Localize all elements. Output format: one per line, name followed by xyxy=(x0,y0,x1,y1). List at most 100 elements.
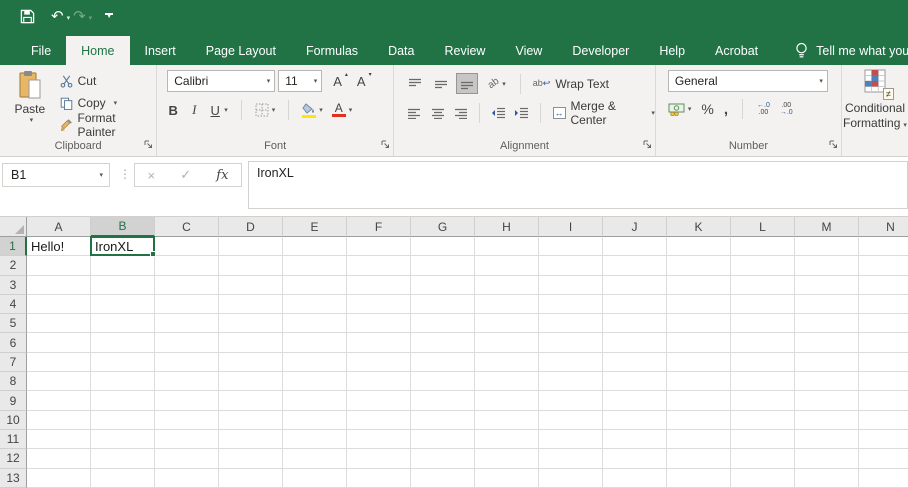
redo-dropdown-icon[interactable]: ▾ xyxy=(89,14,93,22)
cell-B2[interactable] xyxy=(91,256,155,275)
cell-N3[interactable] xyxy=(859,276,908,295)
cell-F7[interactable] xyxy=(347,353,411,372)
font-color-button[interactable]: A ▾ xyxy=(332,103,353,117)
row-header-4[interactable]: 4 xyxy=(0,295,27,314)
cell-L10[interactable] xyxy=(731,411,795,430)
column-header-B[interactable]: B xyxy=(91,217,155,237)
cell-N5[interactable] xyxy=(859,314,908,333)
cancel-button[interactable]: × xyxy=(148,168,156,183)
cell-A7[interactable] xyxy=(27,353,91,372)
cell-D13[interactable] xyxy=(219,469,283,488)
cell-K9[interactable] xyxy=(667,391,731,410)
cell-N11[interactable] xyxy=(859,430,908,449)
row-header-9[interactable]: 9 xyxy=(0,391,27,410)
orientation-dropdown-icon[interactable]: ▾ xyxy=(502,80,506,88)
column-header-D[interactable]: D xyxy=(219,217,283,237)
align-center-button[interactable] xyxy=(428,102,448,123)
cell-E8[interactable] xyxy=(283,372,347,391)
cell-K7[interactable] xyxy=(667,353,731,372)
bold-button[interactable]: B xyxy=(167,103,179,118)
cell-E2[interactable] xyxy=(283,256,347,275)
cell-M9[interactable] xyxy=(795,391,859,410)
cell-E6[interactable] xyxy=(283,333,347,352)
cell-N1[interactable] xyxy=(859,237,908,256)
cell-J3[interactable] xyxy=(603,276,667,295)
cell-G2[interactable] xyxy=(411,256,475,275)
cell-G4[interactable] xyxy=(411,295,475,314)
cell-G12[interactable] xyxy=(411,449,475,468)
cell-L11[interactable] xyxy=(731,430,795,449)
enter-button[interactable]: ✓ xyxy=(180,167,191,183)
cell-E4[interactable] xyxy=(283,295,347,314)
cell-B10[interactable] xyxy=(91,411,155,430)
increase-indent-button[interactable] xyxy=(512,102,532,123)
cell-D1[interactable] xyxy=(219,237,283,256)
cell-L12[interactable] xyxy=(731,449,795,468)
cell-D7[interactable] xyxy=(219,353,283,372)
cell-E11[interactable] xyxy=(283,430,347,449)
cell-A1[interactable]: Hello! xyxy=(27,237,91,256)
align-left-button[interactable] xyxy=(404,102,424,123)
column-header-K[interactable]: K xyxy=(667,217,731,237)
cell-J10[interactable] xyxy=(603,411,667,430)
conditional-formatting-dropdown-icon[interactable]: ▾ xyxy=(903,122,907,129)
cell-C2[interactable] xyxy=(155,256,219,275)
cell-I2[interactable] xyxy=(539,256,603,275)
cell-I7[interactable] xyxy=(539,353,603,372)
cell-H12[interactable] xyxy=(475,449,539,468)
cell-C11[interactable] xyxy=(155,430,219,449)
cell-F9[interactable] xyxy=(347,391,411,410)
cell-B4[interactable] xyxy=(91,295,155,314)
font-color-dropdown-icon[interactable]: ▾ xyxy=(349,106,353,114)
cell-C10[interactable] xyxy=(155,411,219,430)
decrease-indent-button[interactable] xyxy=(488,102,508,123)
cell-B8[interactable] xyxy=(91,372,155,391)
cell-N10[interactable] xyxy=(859,411,908,430)
column-header-L[interactable]: L xyxy=(731,217,795,237)
cell-J2[interactable] xyxy=(603,256,667,275)
cell-A3[interactable] xyxy=(27,276,91,295)
cell-G3[interactable] xyxy=(411,276,475,295)
row-header-12[interactable]: 12 xyxy=(0,449,27,468)
column-header-J[interactable]: J xyxy=(603,217,667,237)
font-name-select[interactable]: Calibri ▾ xyxy=(167,70,275,92)
row-header-2[interactable]: 2 xyxy=(0,256,27,275)
cell-J5[interactable] xyxy=(603,314,667,333)
cell-A2[interactable] xyxy=(27,256,91,275)
cell-H6[interactable] xyxy=(475,333,539,352)
merge-center-dropdown-icon[interactable]: ▾ xyxy=(651,109,655,117)
tab-data[interactable]: Data xyxy=(373,36,429,65)
column-header-F[interactable]: F xyxy=(347,217,411,237)
cell-F11[interactable] xyxy=(347,430,411,449)
top-align-button[interactable] xyxy=(404,73,426,94)
cell-J12[interactable] xyxy=(603,449,667,468)
cell-I4[interactable] xyxy=(539,295,603,314)
cell-H1[interactable] xyxy=(475,237,539,256)
cell-I1[interactable] xyxy=(539,237,603,256)
column-header-H[interactable]: H xyxy=(475,217,539,237)
cell-G10[interactable] xyxy=(411,411,475,430)
cell-L6[interactable] xyxy=(731,333,795,352)
row-header-3[interactable]: 3 xyxy=(0,276,27,295)
cell-E13[interactable] xyxy=(283,469,347,488)
cell-D9[interactable] xyxy=(219,391,283,410)
cell-B13[interactable] xyxy=(91,469,155,488)
cell-N9[interactable] xyxy=(859,391,908,410)
cell-F4[interactable] xyxy=(347,295,411,314)
cell-N4[interactable] xyxy=(859,295,908,314)
cell-B1[interactable]: IronXL xyxy=(91,237,155,256)
cell-G6[interactable] xyxy=(411,333,475,352)
align-right-button[interactable] xyxy=(452,102,472,123)
cell-N13[interactable] xyxy=(859,469,908,488)
cell-D8[interactable] xyxy=(219,372,283,391)
cell-A12[interactable] xyxy=(27,449,91,468)
row-header-11[interactable]: 11 xyxy=(0,430,27,449)
cell-L8[interactable] xyxy=(731,372,795,391)
cell-C12[interactable] xyxy=(155,449,219,468)
cell-C4[interactable] xyxy=(155,295,219,314)
cell-F3[interactable] xyxy=(347,276,411,295)
row-header-1[interactable]: 1 xyxy=(0,237,27,256)
cell-G1[interactable] xyxy=(411,237,475,256)
cell-M12[interactable] xyxy=(795,449,859,468)
cell-F8[interactable] xyxy=(347,372,411,391)
